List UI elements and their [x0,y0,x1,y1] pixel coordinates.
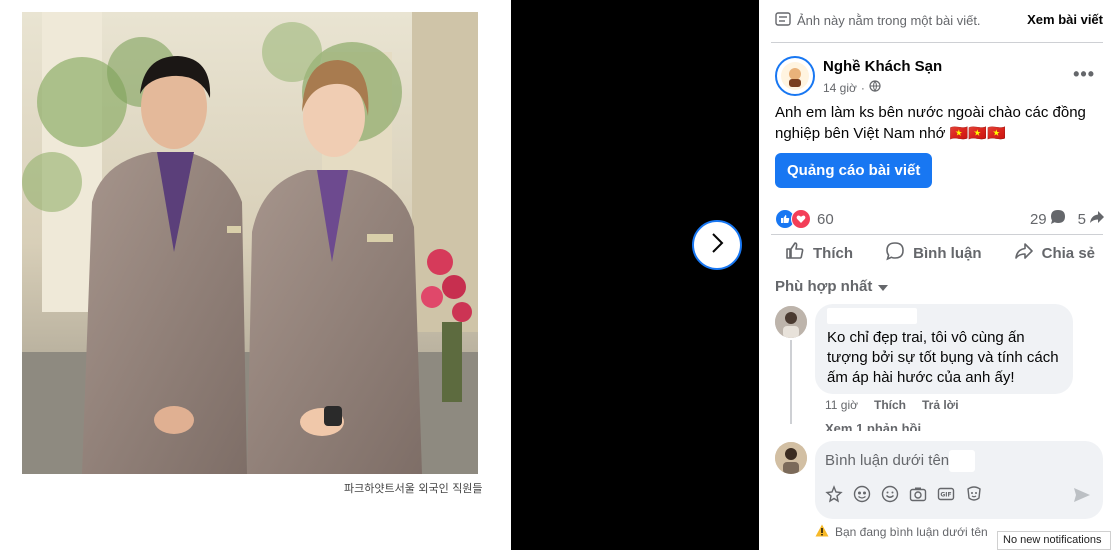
comment-meta: 11 giờ Thích Trả lời [825,398,959,412]
sticker-icon[interactable] [853,485,871,503]
camera-icon[interactable] [909,485,927,503]
comment-composer[interactable]: Bình luận dưới tên GIF [815,441,1103,519]
share-count: 5 [1077,210,1086,228]
avatar-sticker-icon[interactable] [825,485,843,503]
next-photo-button[interactable] [692,220,742,270]
thumbs-up-icon [785,241,805,265]
divider [771,42,1103,43]
post-panel: Ảnh này nằm trong một bài viết. Xem bài … [759,0,1111,550]
svg-text:GIF: GIF [940,492,951,499]
boost-post-button[interactable]: Quảng cáo bài viết [775,153,933,188]
post-time-text[interactable]: 14 giờ [823,81,857,95]
commenter-avatar[interactable] [775,306,807,338]
post-photo[interactable] [22,12,478,474]
like-label: Thích [813,244,853,262]
reply-thread-line [790,340,792,424]
commenter-name-redacted[interactable] [827,308,917,324]
share-icon [1014,241,1034,265]
view-replies-link[interactable]: Xem 1 phản hồi [825,421,921,431]
comment-icon [885,241,905,265]
comment-text: Ko chỉ đẹp trai, tôi vô cùng ấn tượng bở… [827,329,1059,386]
reaction-count: 60 [817,210,834,228]
post-notice: Ảnh này nằm trong một bài viết. [775,12,981,29]
comment-bubble-icon [1050,209,1066,229]
avatar-face-icon[interactable] [965,485,983,503]
emoji-icon[interactable] [881,485,899,503]
comment-label: Bình luận [913,244,982,262]
composer-warning: Bạn đang bình luận dưới tên [815,524,988,540]
comment-reply-button[interactable]: Trả lời [922,398,959,412]
photo-caption: 파크하얏트서울 외국인 직원들 [344,482,483,495]
user-avatar[interactable] [775,442,807,474]
like-button[interactable]: Thích [771,238,867,268]
notification-toast: No new notifications [997,531,1111,550]
comment-time[interactable]: 11 giờ [825,398,858,412]
comment-sort-dropdown[interactable]: Phù hợp nhất [775,278,889,295]
document-icon [775,12,791,29]
share-stat[interactable]: 5 [1078,209,1105,229]
page-avatar[interactable] [775,56,815,96]
engagement-stats: 29 5 [1030,209,1105,229]
share-button[interactable]: Chia sẻ [1000,238,1109,268]
view-post-link[interactable]: Xem bài viết [1027,12,1103,27]
photo-panel: 파크하얏트서울 외국인 직원들 [0,0,511,550]
share-arrow-icon [1089,209,1105,229]
send-icon[interactable] [1073,487,1091,508]
share-label: Chia sẻ [1041,244,1095,262]
comment-bubble: Ko chỉ đẹp trai, tôi vô cùng ấn tượng bở… [815,304,1073,394]
warning-icon [815,524,829,540]
page-name[interactable]: Nghề Khách Sạn [823,58,942,75]
sort-label: Phù hợp nhất [775,278,873,295]
reactions-summary[interactable]: 60 [775,209,834,229]
comment-button[interactable]: Bình luận [871,238,995,268]
more-options-icon[interactable]: ••• [1073,64,1095,85]
comment-count: 29 [1029,210,1047,228]
divider [771,234,1103,235]
comment-like-button[interactable]: Thích [874,398,906,412]
globe-icon [869,80,881,95]
love-reaction-icon [791,209,811,229]
post-actions: Thích Bình luận Chia sẻ [771,238,1109,268]
chevron-right-icon [709,232,725,259]
notice-text: Ảnh này nằm trong một bài viết. [797,13,981,28]
post-text: Anh em làm ks bên nước ngoài chào các đồ… [775,104,1086,142]
post-time: 14 giờ · [823,80,881,95]
gif-icon[interactable]: GIF [937,485,955,503]
caret-down-icon [878,278,889,295]
author-name-redacted [949,450,975,472]
comment-stat[interactable]: 29 [1030,209,1066,229]
composer-toolbar: GIF [825,485,983,503]
viewer-background [511,0,759,550]
comment-input-placeholder[interactable]: Bình luận dưới tên [825,452,949,469]
warning-text: Bạn đang bình luận dưới tên [835,525,988,539]
